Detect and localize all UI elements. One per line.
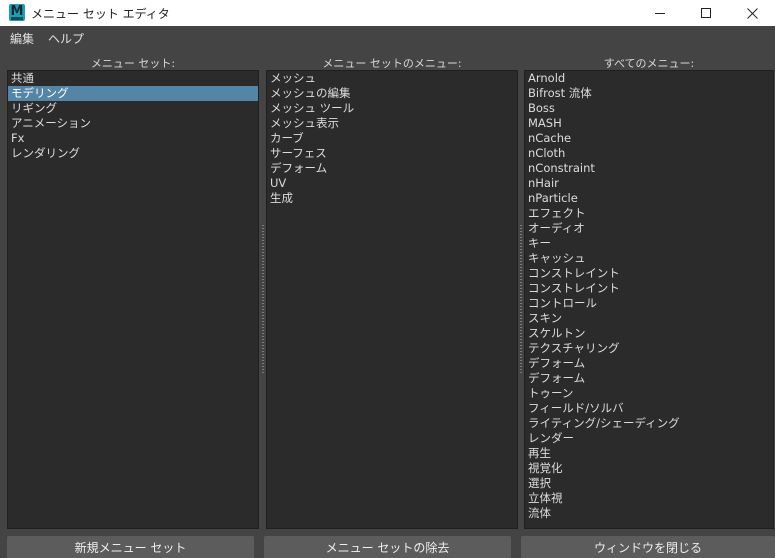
remove-menu-set-button[interactable]: メニュー セットの除去	[264, 536, 511, 558]
all-menu-item[interactable]: 再生	[525, 446, 773, 461]
set-menus-header: メニュー セットのメニュー:	[322, 57, 462, 70]
all-menu-item[interactable]: 立体視	[525, 491, 773, 506]
all-menu-item[interactable]: Boss	[525, 101, 773, 116]
new-menu-set-button[interactable]: 新規メニュー セット	[7, 536, 254, 558]
menu-set-item[interactable]: Fx	[8, 131, 258, 146]
maximize-button[interactable]	[683, 0, 729, 26]
maximize-icon	[701, 8, 711, 18]
all-menu-item[interactable]: 視覚化	[525, 461, 773, 476]
all-menu-item[interactable]: スケルトン	[525, 326, 773, 341]
menu-bar: 編集 ヘルプ	[0, 26, 775, 48]
all-menu-item[interactable]: 流体	[525, 506, 773, 521]
set-menu-item[interactable]: デフォーム	[267, 161, 517, 176]
all-menu-item[interactable]: ライティング/シェーディング	[525, 416, 773, 431]
close-window-button[interactable]: ウィンドウを閉じる	[521, 536, 775, 558]
all-menu-item[interactable]: コンストレイント	[525, 281, 773, 296]
app-icon-bar	[11, 17, 23, 20]
minimize-icon	[655, 12, 665, 14]
all-menu-item[interactable]: MASH	[525, 116, 773, 131]
set-menu-item[interactable]: サーフェス	[267, 146, 517, 161]
minimize-button[interactable]	[637, 0, 683, 26]
all-menu-item[interactable]: コントロール	[525, 296, 773, 311]
menu-set-item[interactable]: 共通	[8, 71, 258, 86]
set-menu-item[interactable]: UV	[267, 176, 517, 191]
all-menu-item[interactable]: デフォーム	[525, 371, 773, 386]
all-menus-header: すべてのメニュー:	[603, 57, 695, 70]
splitter-handle-right[interactable]	[520, 225, 522, 375]
all-menu-item[interactable]: nParticle	[525, 191, 773, 206]
menu-set-item[interactable]: アニメーション	[8, 116, 258, 131]
close-icon	[746, 7, 758, 19]
all-menu-item[interactable]: テクスチャリング	[525, 341, 773, 356]
all-menu-item[interactable]: nCache	[525, 131, 773, 146]
set-menu-item[interactable]: カーブ	[267, 131, 517, 146]
set-menu-item[interactable]: 生成	[267, 191, 517, 206]
all-menu-item[interactable]: Arnold	[525, 71, 773, 86]
all-menu-item[interactable]: オーディオ	[525, 221, 773, 236]
menu-edit[interactable]: 編集	[10, 30, 34, 47]
all-menu-item[interactable]: nConstraint	[525, 161, 773, 176]
set-menu-item[interactable]: メッシュの編集	[267, 86, 517, 101]
all-menu-item[interactable]: コンストレイント	[525, 266, 773, 281]
set-menu-item[interactable]: メッシュ	[267, 71, 517, 86]
maya-app-icon: M	[9, 4, 25, 21]
window-title: メニュー セット エディタ	[31, 7, 170, 21]
all-menu-item[interactable]: nCloth	[525, 146, 773, 161]
close-button[interactable]	[729, 0, 775, 26]
all-menu-item[interactable]: トゥーン	[525, 386, 773, 401]
all-menu-item[interactable]: フィールド/ソルバ	[525, 401, 773, 416]
all-menus-list[interactable]: Arnold Bifrost 流体 Boss MASH nCache nCloth nCon…	[524, 70, 774, 529]
all-menu-item[interactable]: キー	[525, 236, 773, 251]
all-menu-item[interactable]: デフォーム	[525, 356, 773, 371]
all-menu-item[interactable]: レンダー	[525, 431, 773, 446]
menu-set-item[interactable]: リギング	[8, 101, 258, 116]
all-menu-item[interactable]: 選択	[525, 476, 773, 491]
menu-sets-header: メニュー セット:	[90, 57, 176, 70]
all-menu-item[interactable]: キャッシュ	[525, 251, 773, 266]
set-menus-list[interactable]: メッシュ メッシュの編集 メッシュ ツール メッシュ表示 カーブ サーフェス デフォーム UV…	[266, 70, 518, 529]
set-menu-item[interactable]: メッシュ ツール	[267, 101, 517, 116]
menu-set-item[interactable]: モデリング	[8, 86, 258, 101]
all-menu-item[interactable]: エフェクト	[525, 206, 773, 221]
all-menu-item[interactable]: スキン	[525, 311, 773, 326]
menu-help[interactable]: ヘルプ	[48, 30, 84, 47]
menu-set-item[interactable]: レンダリング	[8, 146, 258, 161]
all-menu-item[interactable]: nHair	[525, 176, 773, 191]
set-menu-item[interactable]: メッシュ表示	[267, 116, 517, 131]
all-menu-item[interactable]: Bifrost 流体	[525, 86, 773, 101]
title-bar: M メニュー セット エディタ	[0, 0, 775, 26]
splitter-handle-left[interactable]	[262, 225, 264, 375]
menu-sets-list[interactable]: 共通 モデリング リギング アニメーション Fx レンダリング	[7, 70, 259, 529]
